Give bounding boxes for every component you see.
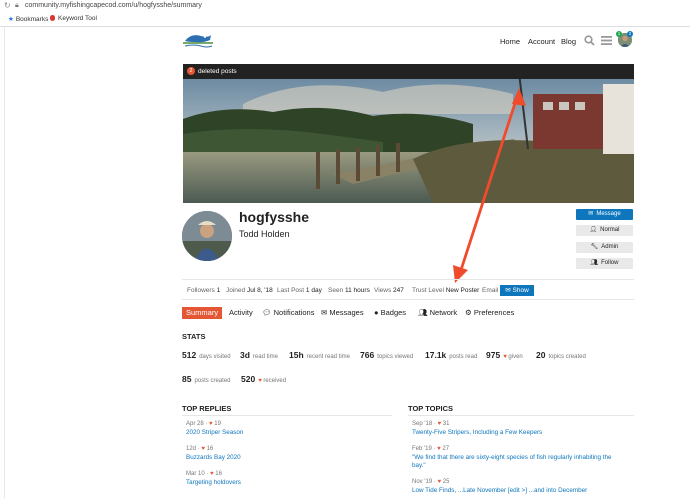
divider	[408, 415, 634, 416]
heart-icon: ♥	[258, 378, 262, 384]
topic-link[interactable]: Low Tide Finds, ...Late November [edit >…	[412, 487, 587, 494]
topic-meta: Sep '18 · ♥ 31	[412, 421, 450, 427]
profile-avatar	[182, 211, 232, 261]
divider	[182, 415, 392, 416]
topic-meta: Nov '19 · ♥ 25	[412, 479, 450, 485]
stat-days-visited: 512 days visited	[182, 350, 231, 360]
search-icon[interactable]	[584, 35, 595, 46]
bookmarks-link[interactable]: ★ Bookmarks	[8, 15, 48, 23]
deleted-posts-bar[interactable]: 2 deleted posts	[183, 64, 634, 79]
stats-heading: STATS	[182, 332, 206, 341]
envelope-icon: ✉	[588, 211, 594, 217]
heart-icon: ♥	[503, 354, 507, 360]
nav-account[interactable]: Account	[528, 37, 555, 46]
divider	[182, 299, 634, 300]
site-logo[interactable]	[181, 31, 215, 49]
deleted-count-badge: 2	[187, 67, 195, 75]
address-bar[interactable]: ↻ 🔒︎ community.myfishingcapecod.com/u/ho…	[0, 0, 690, 14]
stat-read-time: 3d read time	[240, 350, 278, 360]
joined-stat: Joined Jul 8, '18	[226, 287, 273, 294]
badge-icon: ●	[374, 308, 379, 317]
topic-link-continued[interactable]: bay."	[412, 462, 426, 469]
tab-activity[interactable]: Activity	[229, 307, 253, 319]
heart-icon: ♥	[437, 446, 441, 452]
stat-likes-given: 975 ♥ given	[486, 350, 523, 360]
reply-meta: 12d · ♥ 16	[186, 446, 214, 452]
topic-meta: Feb '19 · ♥ 27	[412, 446, 450, 452]
tab-badges[interactable]: ● Badges	[374, 307, 406, 319]
gear-icon: ⚙	[465, 308, 472, 317]
stat-topics-created: 20 topics created	[536, 350, 586, 360]
profile-full-name: Todd Holden	[239, 229, 290, 239]
keyword-tool-icon	[50, 15, 55, 21]
top-topics-heading: TOP TOPICS	[408, 404, 454, 413]
topic-link[interactable]: Twenty-Five Stripers, Including a Few Ke…	[412, 429, 542, 436]
admin-button[interactable]: 🔧︎ Admin	[576, 242, 633, 253]
reply-link[interactable]: Buzzards Bay 2020	[186, 454, 241, 461]
users-icon: 👥︎	[590, 260, 599, 266]
wrench-icon: 🔧︎	[590, 244, 599, 250]
reply-link[interactable]: 2020 Striper Season	[186, 429, 243, 436]
user-icon: 👤︎	[589, 227, 598, 233]
envelope-icon: ✉	[321, 308, 328, 317]
followers-stat: Followers 1	[187, 287, 221, 294]
reply-meta: Apr 28 · ♥ 19	[186, 421, 221, 427]
hamburger-menu-icon[interactable]	[601, 36, 612, 45]
notification-badge-green[interactable]: 1	[616, 31, 622, 37]
users-icon: 👥︎	[418, 308, 428, 317]
profile-cover-image	[183, 64, 634, 203]
stat-posts-created: 85 posts created	[182, 374, 231, 384]
topic-link[interactable]: "We find that there are sixty-eight spec…	[412, 454, 634, 461]
heart-icon: ♥	[210, 471, 214, 477]
follow-button[interactable]: 👥︎ Follow	[576, 258, 633, 269]
tab-notifications[interactable]: 💬︎ Notifications	[262, 307, 314, 319]
notification-badge-blue[interactable]: 2	[627, 31, 633, 37]
nav-blog[interactable]: Blog	[561, 37, 576, 46]
star-icon: ★	[8, 16, 14, 23]
tab-messages[interactable]: ✉ Messages	[321, 307, 364, 319]
last-post-stat: Last Post 1 day	[277, 287, 322, 294]
divider	[4, 26, 5, 498]
keyword-tool-link[interactable]: Keyword Tool	[50, 15, 97, 22]
stat-likes-received: 520 ♥ received	[241, 374, 287, 384]
heart-icon: ♥	[437, 421, 442, 427]
tab-network[interactable]: 👥︎ Network	[418, 307, 457, 319]
trust-level-stat: Trust Level New Poster	[412, 287, 480, 294]
bookmarks-bar: ★ Bookmarks Keyword Tool	[0, 13, 690, 27]
deleted-posts-label: deleted posts	[198, 68, 237, 75]
message-button[interactable]: ✉ Message	[576, 209, 633, 220]
stat-recent-read-time: 15h recent read time	[289, 350, 351, 360]
normal-button[interactable]: 👤︎ Normal	[576, 225, 633, 236]
email-label: Email	[482, 287, 499, 294]
stat-topics-viewed: 766 topics viewed	[360, 350, 414, 360]
tab-preferences[interactable]: ⚙ Preferences	[465, 307, 514, 319]
refresh-icon[interactable]: ↻	[4, 1, 11, 10]
divider	[182, 279, 634, 280]
comment-icon: 💬︎	[262, 308, 272, 317]
heart-icon: ♥	[437, 479, 442, 485]
lock-icon: 🔒︎	[15, 2, 19, 9]
top-replies-heading: TOP REPLIES	[182, 404, 232, 413]
views-stat: Views 247	[374, 287, 404, 294]
show-email-button[interactable]: ✉ Show	[500, 285, 534, 296]
reply-meta: Mar 10 · ♥ 16	[186, 471, 222, 477]
reply-link[interactable]: Targeting holdovers	[186, 479, 241, 486]
tab-summary[interactable]: Summary	[182, 307, 223, 319]
seen-stat: Seen 11 hours	[328, 287, 370, 294]
heart-icon: ♥	[201, 446, 205, 452]
envelope-icon: ✉	[505, 287, 511, 294]
heart-icon: ♥	[209, 421, 213, 427]
profile-username: hogfysshe	[239, 209, 310, 225]
nav-home[interactable]: Home	[500, 37, 520, 46]
url-text[interactable]: community.myfishingcapecod.com/u/hogfyss…	[25, 2, 202, 9]
stat-posts-read: 17.1k posts read	[425, 350, 478, 360]
